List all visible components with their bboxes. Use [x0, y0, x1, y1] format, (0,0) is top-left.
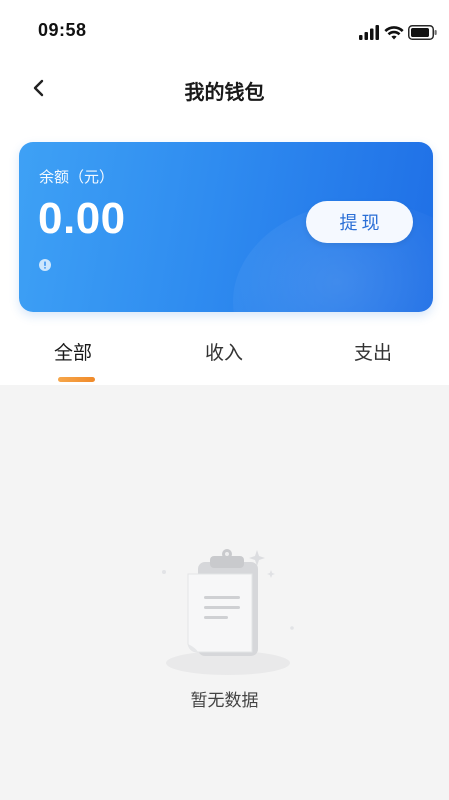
signal-icon [359, 25, 379, 40]
tab-all[interactable]: 全部 [54, 338, 92, 365]
balance-label: 余额（元） [39, 168, 115, 186]
nav-bar: 我的钱包 [0, 62, 449, 114]
status-bar: 09:58 [0, 0, 449, 60]
tab-expense[interactable]: 支出 [354, 338, 392, 365]
tab-income[interactable]: 收入 [205, 338, 243, 365]
status-icons [329, 24, 437, 42]
clipboard-icon [162, 549, 294, 675]
empty-text: 暂无数据 [190, 691, 259, 711]
info-icon[interactable] [39, 259, 51, 271]
active-tab-indicator [58, 377, 95, 382]
balance-amount: 0.00 [38, 194, 126, 243]
page-title: 我的钱包 [184, 80, 265, 104]
header-area: 09:58 我的钱包 余额（元） 0.00 提现 全部 收入 支出 [0, 0, 449, 385]
status-time: 09:58 [38, 20, 87, 40]
withdraw-button[interactable]: 提现 [306, 201, 413, 243]
transaction-tabs: 全部 收入 支出 [0, 330, 449, 386]
battery-icon [408, 25, 437, 40]
wifi-icon [384, 26, 404, 40]
wallet-card: 余额（元） 0.00 提现 [19, 142, 433, 312]
empty-state: 暂无数据 [0, 530, 449, 730]
